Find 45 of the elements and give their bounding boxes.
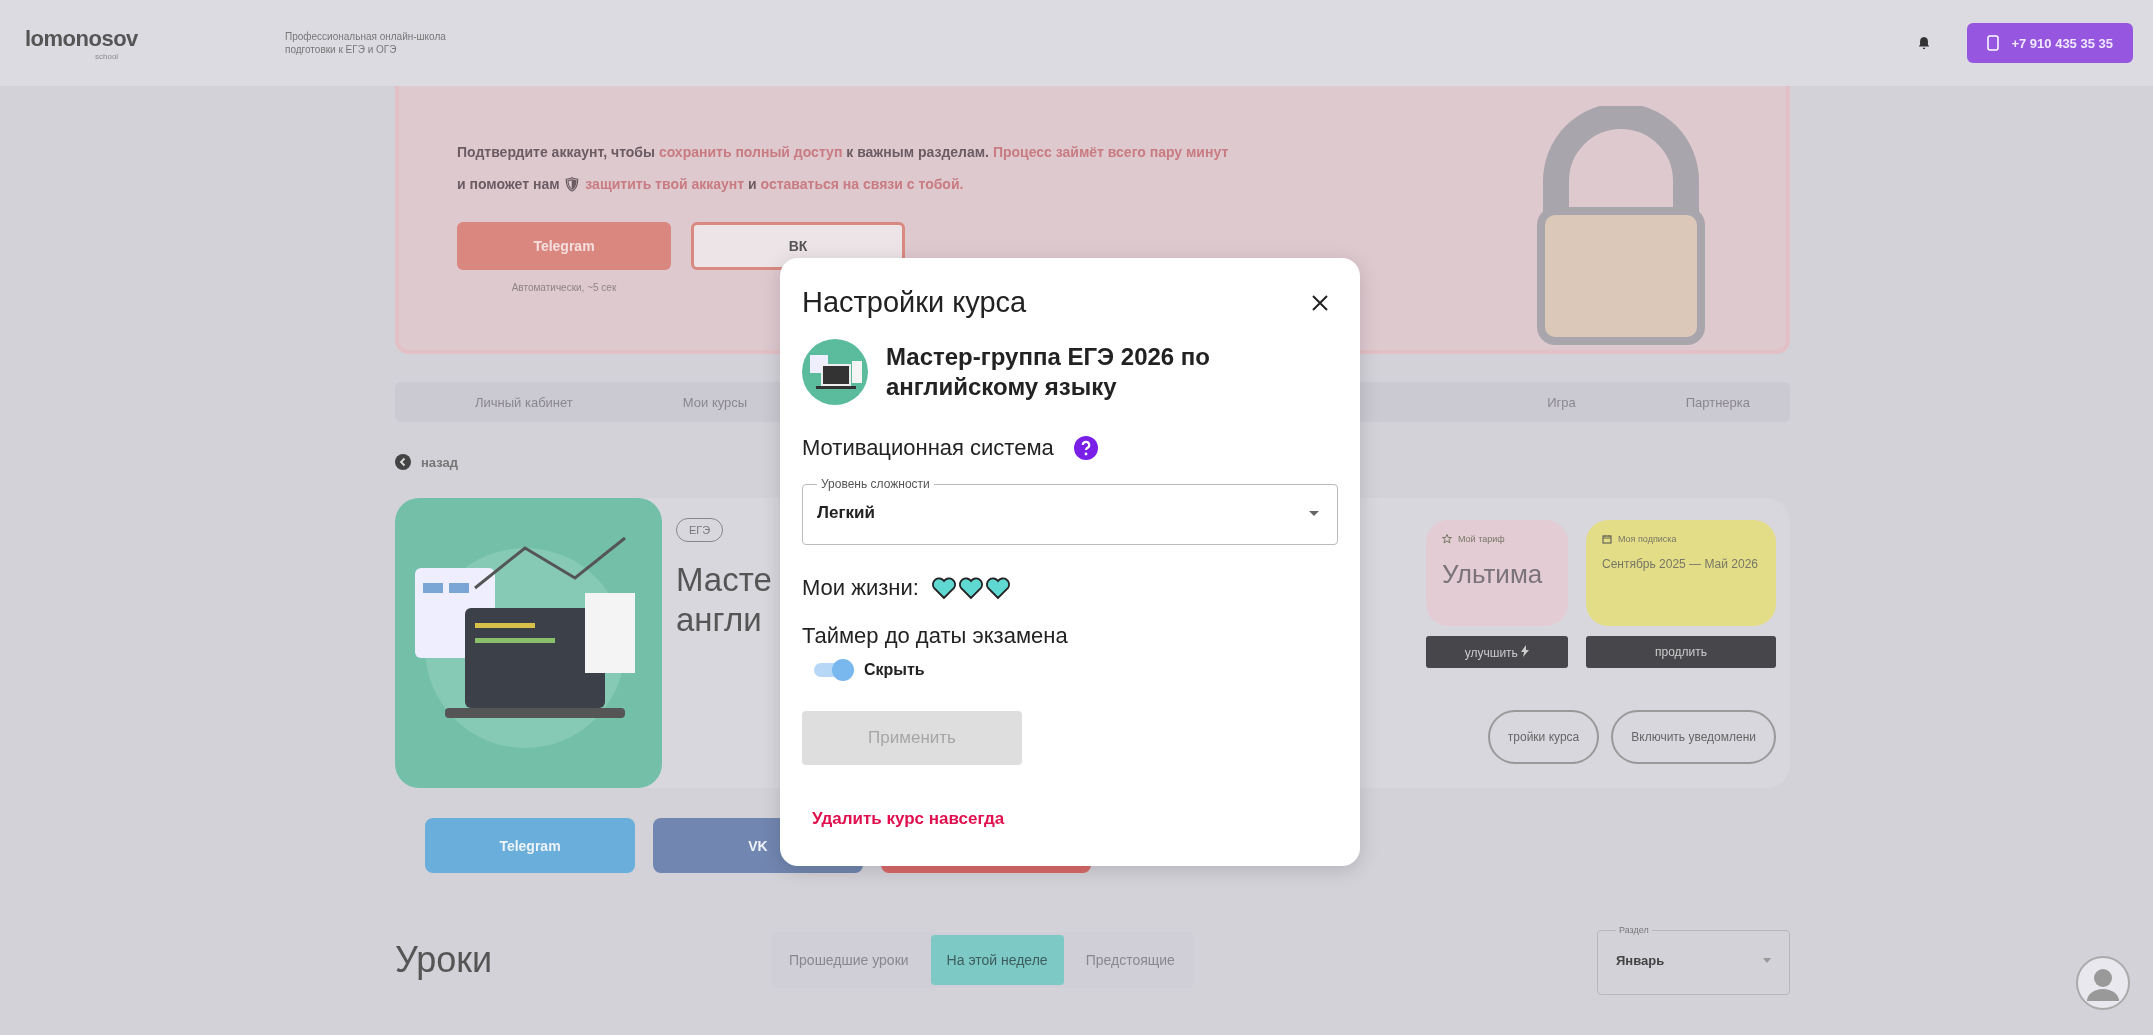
lightning-icon (1521, 644, 1530, 657)
messenger-button[interactable]: Telegram (457, 222, 671, 270)
bell-icon[interactable] (1917, 36, 1932, 50)
nav-tab[interactable]: Партнерка (1685, 394, 1750, 410)
subscription-label: Моя подписка (1618, 534, 1677, 544)
upgrade-button[interactable]: улучшить (1426, 636, 1568, 668)
extend-button[interactable]: продлить (1586, 636, 1776, 668)
star-icon (1442, 534, 1452, 544)
verify-message: Подтвердите аккаунт, чтобы сохранить полный доступ к важным разделам. Процесс займёт всего пару минут и поможет нам 🛡 защитить твой аккаунт и оставаться на связи с тобой. (457, 143, 1230, 194)
section-select[interactable]: Раздел Январь (1597, 925, 1790, 995)
back-link[interactable]: назад (395, 454, 485, 470)
calendar-icon (1602, 534, 1612, 544)
caret-icon (1763, 958, 1771, 963)
tariff-label: Мой тариф (1458, 534, 1505, 544)
logo-subtitle: school (95, 51, 119, 61)
toggle-label: Скрыть (864, 661, 925, 679)
logo[interactable]: lomonosov (25, 25, 138, 52)
phone-button[interactable]: +7 910 435 35 35 (1967, 23, 2133, 63)
timer-label: Таймер до даты экзамена (802, 623, 1069, 649)
motivation-label: Мотивационная система (802, 435, 1054, 461)
caret-icon (1309, 510, 1319, 516)
tagline: Профессиональная онлайн-школа подготовки к ЕГЭ и ОГЭ (285, 30, 447, 56)
phone-icon (1987, 35, 2000, 51)
tariff-name: Ультима (1442, 558, 1544, 591)
help-icon[interactable] (1073, 436, 1098, 460)
course-action-button[interactable]: Включить уведомлени (1611, 710, 1776, 764)
toggle-switch[interactable] (814, 659, 854, 681)
close-icon[interactable] (1310, 292, 1330, 313)
lives-label: Мои жизни: (802, 575, 919, 601)
nav-tab[interactable]: Личный кабинет (475, 394, 573, 410)
lessons-tab[interactable]: Прошедшие уроки (773, 935, 925, 985)
social-link-button[interactable]: Telegram (425, 818, 635, 873)
course-thumbnail-icon (802, 339, 868, 405)
subscription-period: Сентябрь 2025 — Май 2026 (1602, 556, 1759, 573)
nav-tab[interactable]: Мои курсы (682, 394, 748, 410)
dialog-title: Настройки курса (802, 286, 1027, 319)
difficulty-select[interactable]: Уровень сложности Легкий (802, 477, 1338, 545)
button-caption: Автоматически, ~5 сек (511, 282, 617, 293)
lessons-heading: Уроки (395, 939, 494, 981)
course-name: Мастер-группа ЕГЭ 2026 по английскому языку (886, 342, 1211, 402)
lessons-tab[interactable]: Предстоящие (1069, 935, 1191, 985)
course-title: Масте англи (676, 560, 773, 640)
nav-tab[interactable]: Игра (1547, 394, 1576, 410)
course-action-button[interactable]: тройки курса (1487, 710, 1600, 764)
lessons-tab[interactable]: На этой неделе (930, 935, 1064, 985)
